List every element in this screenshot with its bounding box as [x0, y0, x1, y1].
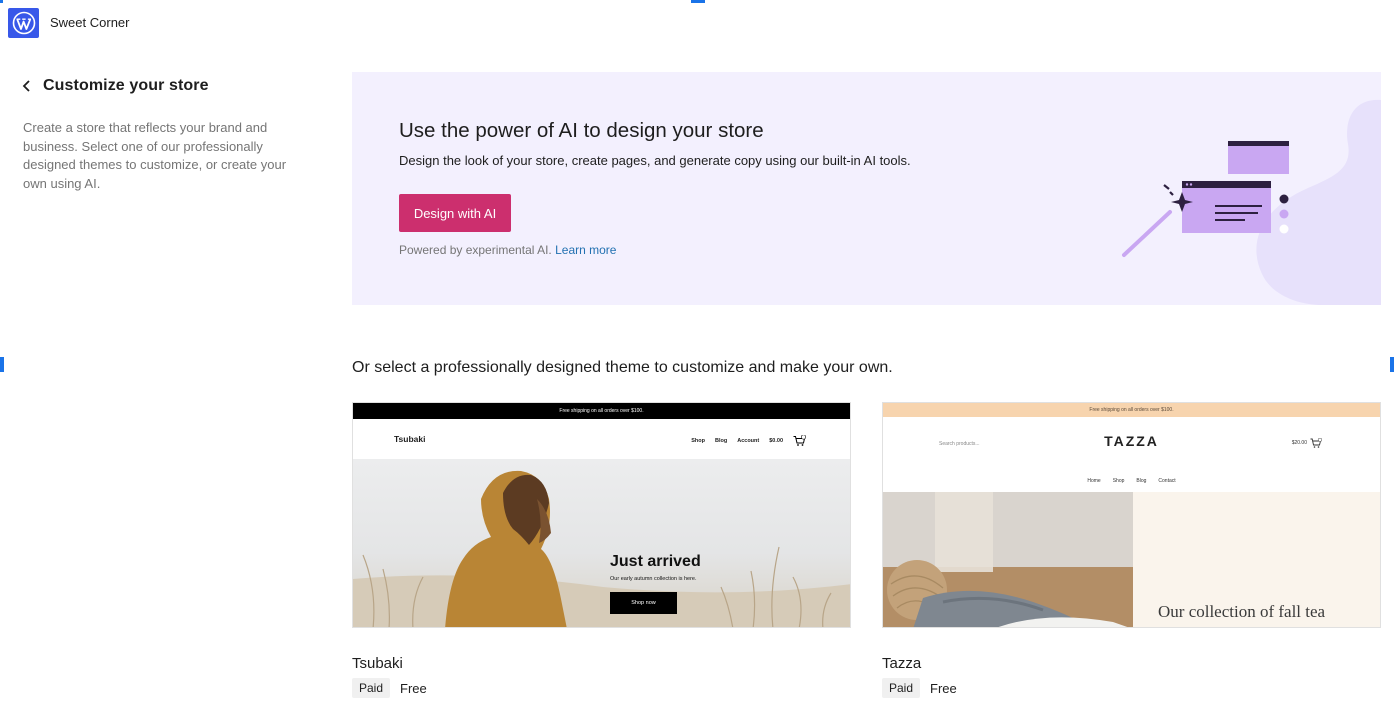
- preview-shipping-banner: Free shipping on all orders over $100.: [883, 403, 1380, 417]
- frame-marker-right: [1390, 357, 1394, 372]
- preview-nav-item: Account: [737, 437, 760, 444]
- back-button[interactable]: Customize your store: [20, 77, 209, 95]
- preview-nav-item: Shop: [691, 437, 705, 444]
- preview-shop-now-button: Shop now: [610, 592, 677, 614]
- cart-icon: [1310, 438, 1322, 448]
- ai-banner-title: Use the power of AI to design your store: [399, 119, 764, 142]
- preview-hero-title: Just arrived: [610, 553, 701, 570]
- preview-collection-text: Our collection of fall tea: [1158, 602, 1326, 621]
- sidebar-description: Create a store that reflects your brand …: [23, 120, 287, 191]
- preview-header: Tsubaki Shop Blog Account $0.00: [353, 419, 850, 459]
- frame-marker-left: [0, 357, 4, 372]
- ai-design-banner: Use the power of AI to design your store…: [352, 72, 1381, 305]
- learn-more-link[interactable]: Learn more: [555, 243, 616, 257]
- preview-product-photo: [883, 492, 1133, 627]
- preview-cart-total: $20.00: [1291, 440, 1307, 446]
- site-name: Sweet Corner: [50, 15, 130, 30]
- preview-hero-subtitle: Our early autumn collection is here.: [610, 576, 697, 582]
- paid-badge: Paid: [882, 678, 921, 698]
- sidebar-title: Customize your store: [43, 77, 209, 94]
- theme-name: Tazza: [882, 655, 922, 672]
- paid-badge: Paid: [352, 678, 391, 698]
- preview-nav-item: Blog: [715, 437, 728, 444]
- theme-name: Tsubaki: [352, 655, 403, 672]
- powered-text: Powered by experimental AI.: [399, 243, 552, 257]
- preview-logo: Tsubaki: [394, 434, 426, 444]
- theme-card-tsubaki[interactable]: Free shipping on all orders over $100. T…: [352, 402, 851, 698]
- ai-banner-subtitle: Design the look of your store, create pa…: [399, 153, 911, 168]
- theme-pricing: Paid Free: [352, 678, 427, 698]
- preview-nav-item: $0.00: [769, 437, 783, 444]
- theme-price: Free: [400, 680, 427, 696]
- frame-marker-corner: [0, 0, 3, 3]
- ai-powered-note: Powered by experimental AI. Learn more: [399, 243, 616, 257]
- theme-pricing: Paid Free: [882, 678, 957, 698]
- theme-card-tazza[interactable]: Free shipping on all orders over $100. S…: [882, 402, 1381, 698]
- cart-icon: [793, 435, 806, 446]
- preview-shipping-banner: Free shipping on all orders over $100.: [353, 403, 850, 419]
- theme-price: Free: [930, 680, 957, 696]
- theme-preview-tsubaki[interactable]: Free shipping on all orders over $100. T…: [352, 402, 851, 628]
- preview-cart: $20.00: [1292, 438, 1322, 448]
- themes-heading: Or select a professionally designed them…: [352, 359, 893, 376]
- preview-nav-item: Blog: [1136, 478, 1147, 484]
- ai-magic-wand-illustration-icon: [1122, 99, 1381, 305]
- preview-nav-item: Contact: [1158, 478, 1176, 484]
- preview-nav-item: Home: [1087, 478, 1101, 484]
- preview-nav-item: Shop: [1112, 478, 1125, 484]
- design-with-ai-button[interactable]: Design with AI: [399, 194, 511, 232]
- theme-preview-tazza[interactable]: Free shipping on all orders over $100. S…: [882, 402, 1381, 628]
- preview-collection-panel: Our collection of fall tea: [1133, 492, 1380, 627]
- preview-nav: Home Shop Blog Contact: [883, 478, 1380, 484]
- wordpress-logo-icon[interactable]: [8, 8, 39, 38]
- top-bar: Sweet Corner: [0, 0, 1394, 46]
- preview-nav: Shop Blog Account $0.00: [691, 435, 806, 446]
- chevron-left-icon[interactable]: [20, 79, 34, 93]
- preview-hero: Just arrived Our early autumn collection…: [353, 459, 850, 627]
- frame-marker-top: [691, 0, 705, 3]
- preview-header: Search products... TAZZA $20.00 Home Sho…: [883, 417, 1380, 492]
- preview-hero-photo: [353, 470, 850, 627]
